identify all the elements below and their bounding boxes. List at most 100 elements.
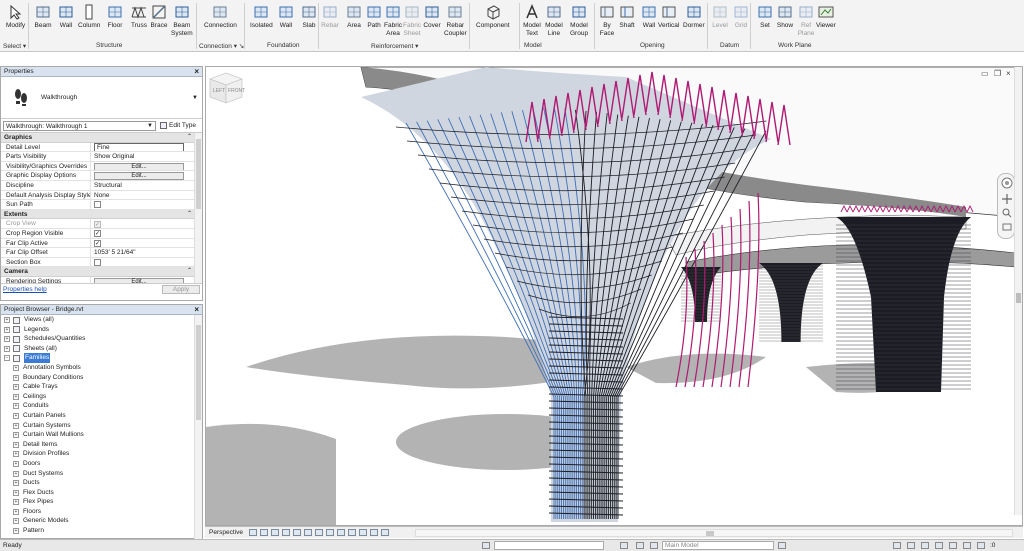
expand-node-icon[interactable]: +: [13, 460, 19, 467]
component-tool-button[interactable]: Component: [476, 1, 510, 30]
panel-label-datum[interactable]: Datum: [720, 42, 739, 49]
wall-tool-button[interactable]: Wall: [57, 1, 75, 30]
expand-node-icon[interactable]: +: [13, 393, 19, 400]
property-value-cell[interactable]: Show Original: [91, 152, 202, 161]
model-group-tool-button[interactable]: Model Group: [570, 1, 588, 38]
detail-level-icon[interactable]: [248, 529, 257, 536]
expand-node-icon[interactable]: +: [13, 528, 19, 535]
expand-node-icon[interactable]: +: [4, 326, 10, 333]
tree-item[interactable]: − Families: [1, 353, 202, 363]
expand-node-icon[interactable]: +: [13, 470, 19, 477]
filter-icon[interactable]: [977, 542, 985, 549]
viewport-horizontal-scrollbar[interactable]: [415, 529, 1013, 537]
temporary-hide-icon[interactable]: [336, 529, 345, 536]
fabric-sheet-tool-button[interactable]: Fabric Sheet: [403, 1, 421, 38]
scrollbar-thumb[interactable]: [196, 325, 201, 420]
edit-button[interactable]: Edit...: [94, 172, 184, 180]
select-by-face-icon[interactable]: [935, 542, 943, 549]
expand-node-icon[interactable]: +: [13, 499, 19, 506]
editable-only-icon[interactable]: [620, 542, 628, 549]
apply-button[interactable]: Apply: [162, 285, 200, 294]
expand-node-icon[interactable]: +: [13, 364, 19, 371]
show-crop-region-icon[interactable]: [314, 529, 323, 536]
select-underlay-icon[interactable]: [907, 542, 915, 549]
drag-on-selection-icon[interactable]: [949, 542, 957, 549]
fabric-area-tool-button[interactable]: Fabric Area: [384, 1, 402, 38]
rebar-tool-button[interactable]: Rebar: [321, 1, 339, 30]
expand-node-icon[interactable]: +: [4, 317, 10, 323]
design-option-combo[interactable]: Main Model: [662, 541, 774, 550]
property-value-cell[interactable]: Edit...: [91, 162, 202, 171]
panel-label-foundation[interactable]: Foundation: [267, 42, 300, 49]
panel-label-opening[interactable]: Opening: [640, 42, 665, 49]
by-face-tool-button[interactable]: By Face: [598, 1, 616, 38]
edit-button[interactable]: Edit...: [94, 162, 184, 171]
property-value-cell[interactable]: ✓: [91, 239, 202, 248]
panel-label-model[interactable]: Model: [524, 42, 542, 49]
expand-node-icon[interactable]: +: [13, 384, 19, 391]
ref-plane-tool-button[interactable]: Ref Plane: [797, 1, 815, 38]
analytical-model-icon[interactable]: [369, 529, 378, 536]
expand-node-icon[interactable]: +: [13, 518, 19, 525]
select-links-icon[interactable]: [893, 542, 901, 549]
property-value-cell[interactable]: Fine: [91, 143, 202, 152]
tree-item[interactable]: + Detail Items: [1, 440, 202, 450]
property-checkbox[interactable]: [94, 201, 101, 209]
close-view-icon[interactable]: ×: [1006, 69, 1011, 78]
panel-label-work-plane[interactable]: Work Plane: [778, 42, 811, 49]
collapse-icon[interactable]: ⌃: [187, 210, 192, 220]
tree-item[interactable]: + Division Profiles: [1, 449, 202, 459]
viewport-vertical-scrollbar[interactable]: [1014, 67, 1022, 515]
tree-item[interactable]: + Ceilings: [1, 392, 202, 402]
tree-item[interactable]: + Annotation Symbols: [1, 363, 202, 373]
expand-node-icon[interactable]: +: [13, 403, 19, 410]
unlocked-3d-view-icon[interactable]: [325, 529, 334, 536]
viewcube-left-label[interactable]: LEFT: [213, 88, 225, 94]
scrollbar-thumb[interactable]: [196, 139, 201, 209]
slab-tool-button[interactable]: Slab: [300, 1, 318, 30]
isolated-tool-button[interactable]: Isolated: [250, 1, 273, 30]
beam-tool-button[interactable]: Beam: [34, 1, 52, 30]
property-checkbox[interactable]: ✓: [94, 220, 101, 228]
background-process-icon[interactable]: [963, 542, 971, 549]
expand-node-icon[interactable]: +: [13, 508, 19, 515]
expand-node-icon[interactable]: +: [13, 432, 19, 439]
property-group-extents[interactable]: Extents ⌃: [1, 209, 202, 220]
expand-node-icon[interactable]: +: [13, 422, 19, 429]
panel-label-structure[interactable]: Structure: [96, 42, 122, 49]
expand-node-icon[interactable]: +: [13, 374, 19, 381]
visual-style-icon[interactable]: [259, 529, 268, 536]
property-value-cell[interactable]: 1053' 5 21/64": [91, 248, 202, 257]
model-text-tool-button[interactable]: Model Text: [523, 1, 541, 38]
minimize-icon[interactable]: ▭: [981, 69, 989, 78]
expand-node-icon[interactable]: +: [13, 412, 19, 419]
floor-tool-button[interactable]: Floor: [106, 1, 124, 30]
chevron-down-icon[interactable]: ▼: [192, 95, 198, 101]
property-value-cell[interactable]: ✓: [91, 229, 202, 238]
view-scale[interactable]: Perspective: [205, 529, 249, 536]
tree-item[interactable]: + Flex Ducts: [1, 488, 202, 498]
tree-item[interactable]: + Pattern: [1, 526, 202, 536]
property-group-graphics[interactable]: Graphics ⌃: [1, 133, 202, 143]
property-value-cell[interactable]: ✓: [91, 219, 202, 228]
scrollbar-thumb[interactable]: [706, 531, 714, 536]
project-browser-scrollbar[interactable]: [194, 315, 202, 539]
viewcube[interactable]: LEFT FRONT: [206, 67, 246, 107]
tree-item[interactable]: + Ducts: [1, 478, 202, 488]
worksharing-display-icon[interactable]: [358, 529, 367, 536]
beam-system-tool-button[interactable]: Beam System: [171, 1, 193, 38]
edit-button[interactable]: Edit...: [94, 277, 184, 283]
property-value-cell[interactable]: None: [91, 191, 202, 200]
property-value-cell[interactable]: [91, 258, 202, 267]
tree-item[interactable]: + Curtain Wall Mullions: [1, 430, 202, 440]
viewcube-front-label[interactable]: FRONT: [228, 88, 245, 94]
tree-item[interactable]: + Flex Pipes: [1, 497, 202, 507]
viewer-tool-button[interactable]: Viewer: [816, 1, 836, 30]
edit-type-button[interactable]: Edit Type: [160, 122, 196, 129]
design-options-icon[interactable]: [636, 542, 644, 549]
level-tool-button[interactable]: Level: [711, 1, 729, 30]
pan-icon[interactable]: [1002, 194, 1012, 204]
model-line-tool-button[interactable]: Model Line: [545, 1, 563, 38]
column-tool-button[interactable]: Column: [78, 1, 100, 30]
tree-item[interactable]: + Curtain Panels: [1, 411, 202, 421]
